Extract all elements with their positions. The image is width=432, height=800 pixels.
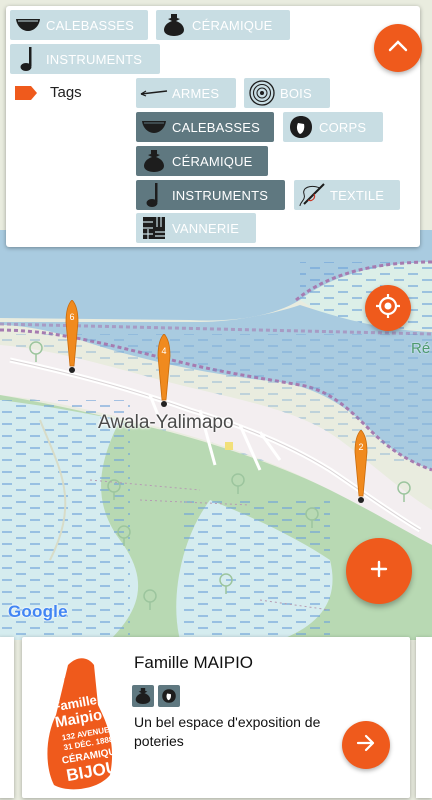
add-place-button[interactable] <box>346 538 412 604</box>
ceramic-pot-icon <box>140 147 168 175</box>
locate-me-button[interactable] <box>365 285 411 331</box>
needle-thread-icon <box>298 181 326 209</box>
place-card-image: 4 Famille Maipio 132 AVENUE 31 DÉC. 1888… <box>38 645 124 793</box>
tag-ceramique[interactable]: CÉRAMIQUE <box>136 146 268 176</box>
music-note-icon <box>14 45 42 73</box>
tags-label: Tags <box>50 84 82 101</box>
chip-label: ARMES <box>172 85 220 101</box>
collapse-panel-button[interactable] <box>374 24 422 72</box>
place-card[interactable]: 4 Famille Maipio 132 AVENUE 31 DÉC. 1888… <box>22 637 410 798</box>
chip-label: INSTRUMENTS <box>172 187 269 203</box>
chip-label: CALEBASSES <box>172 119 260 135</box>
map-marker[interactable]: 6 <box>64 299 80 374</box>
map-place-label-partial: Ré <box>411 340 431 357</box>
tag-vannerie[interactable]: VANNERIE <box>136 213 256 243</box>
google-logo: Google <box>8 602 68 622</box>
chip-label: TEXTILE <box>330 187 385 203</box>
next-card-peek[interactable] <box>416 637 432 798</box>
active-filter-instruments[interactable]: INSTRUMENTS <box>10 44 160 74</box>
place-card-description: Un bel espace d'exposition de poteries <box>134 714 321 749</box>
chip-label: INSTRUMENTS <box>46 51 143 67</box>
tag-armes[interactable]: ARMES <box>136 78 236 108</box>
body-head-icon <box>158 685 180 707</box>
map-marker[interactable]: 4 <box>156 333 172 408</box>
previous-card-peek[interactable] <box>0 637 14 798</box>
tag-bois[interactable]: BOIS <box>244 78 330 108</box>
map-marker[interactable]: 2 <box>353 429 369 504</box>
plus-icon <box>370 560 388 583</box>
place-card-carousel[interactable]: 4 Famille Maipio 132 AVENUE 31 DÉC. 1888… <box>0 637 432 800</box>
chevron-up-icon <box>388 39 408 57</box>
ceramic-pot-icon <box>132 685 154 707</box>
active-filter-calebasses[interactable]: CALEBASSES <box>10 10 148 40</box>
tag-icon <box>14 85 38 101</box>
chip-label: BOIS <box>280 85 312 101</box>
arrow-weapon-icon <box>140 79 168 107</box>
filter-panel: CALEBASSES CÉRAMIQUE INSTRUMENTS Tags AR… <box>6 6 422 247</box>
tag-instruments[interactable]: INSTRUMENTS <box>136 180 285 210</box>
chip-label: CÉRAMIQUE <box>172 153 253 169</box>
map-place-label: Awala-Yalimapo <box>98 412 234 433</box>
marker-number: 2 <box>358 442 364 452</box>
calabash-icon <box>14 11 42 39</box>
calabash-icon <box>140 113 168 141</box>
chip-label: CORPS <box>319 119 367 135</box>
place-card-title: Famille MAIPIO <box>134 653 254 672</box>
marker-number: 6 <box>69 312 75 322</box>
locate-crosshair-icon <box>375 293 401 324</box>
marker-number: 4 <box>161 346 167 356</box>
place-card-tags <box>132 685 180 707</box>
chip-label: CALEBASSES <box>46 17 134 33</box>
ceramic-pot-icon <box>160 11 188 39</box>
music-note-icon <box>140 181 168 209</box>
basket-weave-icon <box>140 214 168 242</box>
tag-calebasses[interactable]: CALEBASSES <box>136 112 274 142</box>
tag-corps[interactable]: CORPS <box>283 112 383 142</box>
tags-section-header: Tags <box>14 84 82 101</box>
chip-label: CÉRAMIQUE <box>192 17 273 33</box>
body-head-icon <box>287 113 315 141</box>
tag-textile[interactable]: TEXTILE <box>294 180 400 210</box>
chip-label: VANNERIE <box>172 220 240 236</box>
arrow-right-icon <box>356 734 376 757</box>
google-logo-text: Google <box>8 602 68 621</box>
active-filter-ceramique[interactable]: CÉRAMIQUE <box>156 10 290 40</box>
open-place-button[interactable] <box>342 721 390 769</box>
image-number: 4 <box>64 661 79 691</box>
wood-rings-icon <box>248 79 276 107</box>
